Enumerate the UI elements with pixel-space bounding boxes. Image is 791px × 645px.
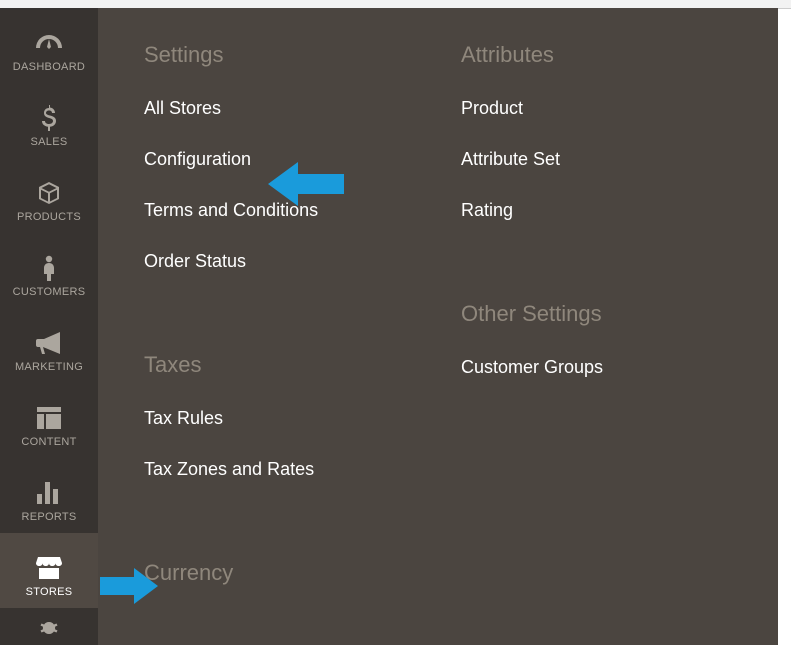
bullhorn-icon: [36, 327, 62, 359]
bars-icon: [37, 477, 61, 509]
flyout-column-2: Attributes Product Attribute Set Rating …: [461, 42, 778, 616]
dollar-icon: [42, 102, 56, 134]
section-heading-other-settings: Other Settings: [461, 301, 778, 327]
gear-icon: [39, 618, 59, 638]
nav-label: CONTENT: [21, 436, 76, 448]
link-order-status[interactable]: Order Status: [144, 251, 461, 272]
section-heading-currency: Currency: [144, 560, 461, 586]
section-heading-attributes: Attributes: [461, 42, 778, 68]
nav-reports[interactable]: REPORTS: [0, 458, 98, 533]
link-product[interactable]: Product: [461, 98, 778, 119]
link-tax-rules[interactable]: Tax Rules: [144, 408, 461, 429]
section-heading-taxes: Taxes: [144, 352, 461, 378]
nav-label: STORES: [26, 586, 73, 598]
link-customer-groups[interactable]: Customer Groups: [461, 357, 778, 378]
stores-flyout: Settings All Stores Configuration Terms …: [98, 8, 778, 645]
nav-label: DASHBOARD: [13, 61, 85, 73]
section-heading-settings: Settings: [144, 42, 461, 68]
admin-sidebar: DASHBOARD SALES PRODUCTS CUSTOMERS MARKE: [0, 8, 98, 645]
nav-sales[interactable]: SALES: [0, 83, 98, 158]
link-rating[interactable]: Rating: [461, 200, 778, 221]
nav-label: PRODUCTS: [17, 211, 81, 223]
nav-marketing[interactable]: MARKETING: [0, 308, 98, 383]
nav-label: REPORTS: [21, 511, 76, 523]
link-tax-zones-and-rates[interactable]: Tax Zones and Rates: [144, 459, 461, 480]
link-attribute-set[interactable]: Attribute Set: [461, 149, 778, 170]
annotation-arrow-stores: [100, 568, 158, 604]
link-all-stores[interactable]: All Stores: [144, 98, 461, 119]
app-frame: DASHBOARD SALES PRODUCTS CUSTOMERS MARKE: [0, 0, 791, 645]
cube-icon: [37, 177, 61, 209]
annotation-arrow-configuration: [268, 162, 344, 206]
layout-icon: [37, 402, 61, 434]
nav-content[interactable]: CONTENT: [0, 383, 98, 458]
gauge-icon: [34, 27, 64, 59]
storefront-icon: [36, 552, 62, 584]
nav-more[interactable]: [0, 608, 98, 645]
nav-stores[interactable]: STORES: [0, 533, 98, 608]
nav-label: CUSTOMERS: [13, 286, 86, 298]
nav-customers[interactable]: CUSTOMERS: [0, 233, 98, 308]
nav-dashboard[interactable]: DASHBOARD: [0, 8, 98, 83]
flyout-column-1: Settings All Stores Configuration Terms …: [144, 42, 461, 616]
person-icon: [42, 252, 56, 284]
nav-products[interactable]: PRODUCTS: [0, 158, 98, 233]
nav-label: SALES: [31, 136, 68, 148]
nav-label: MARKETING: [15, 361, 83, 373]
